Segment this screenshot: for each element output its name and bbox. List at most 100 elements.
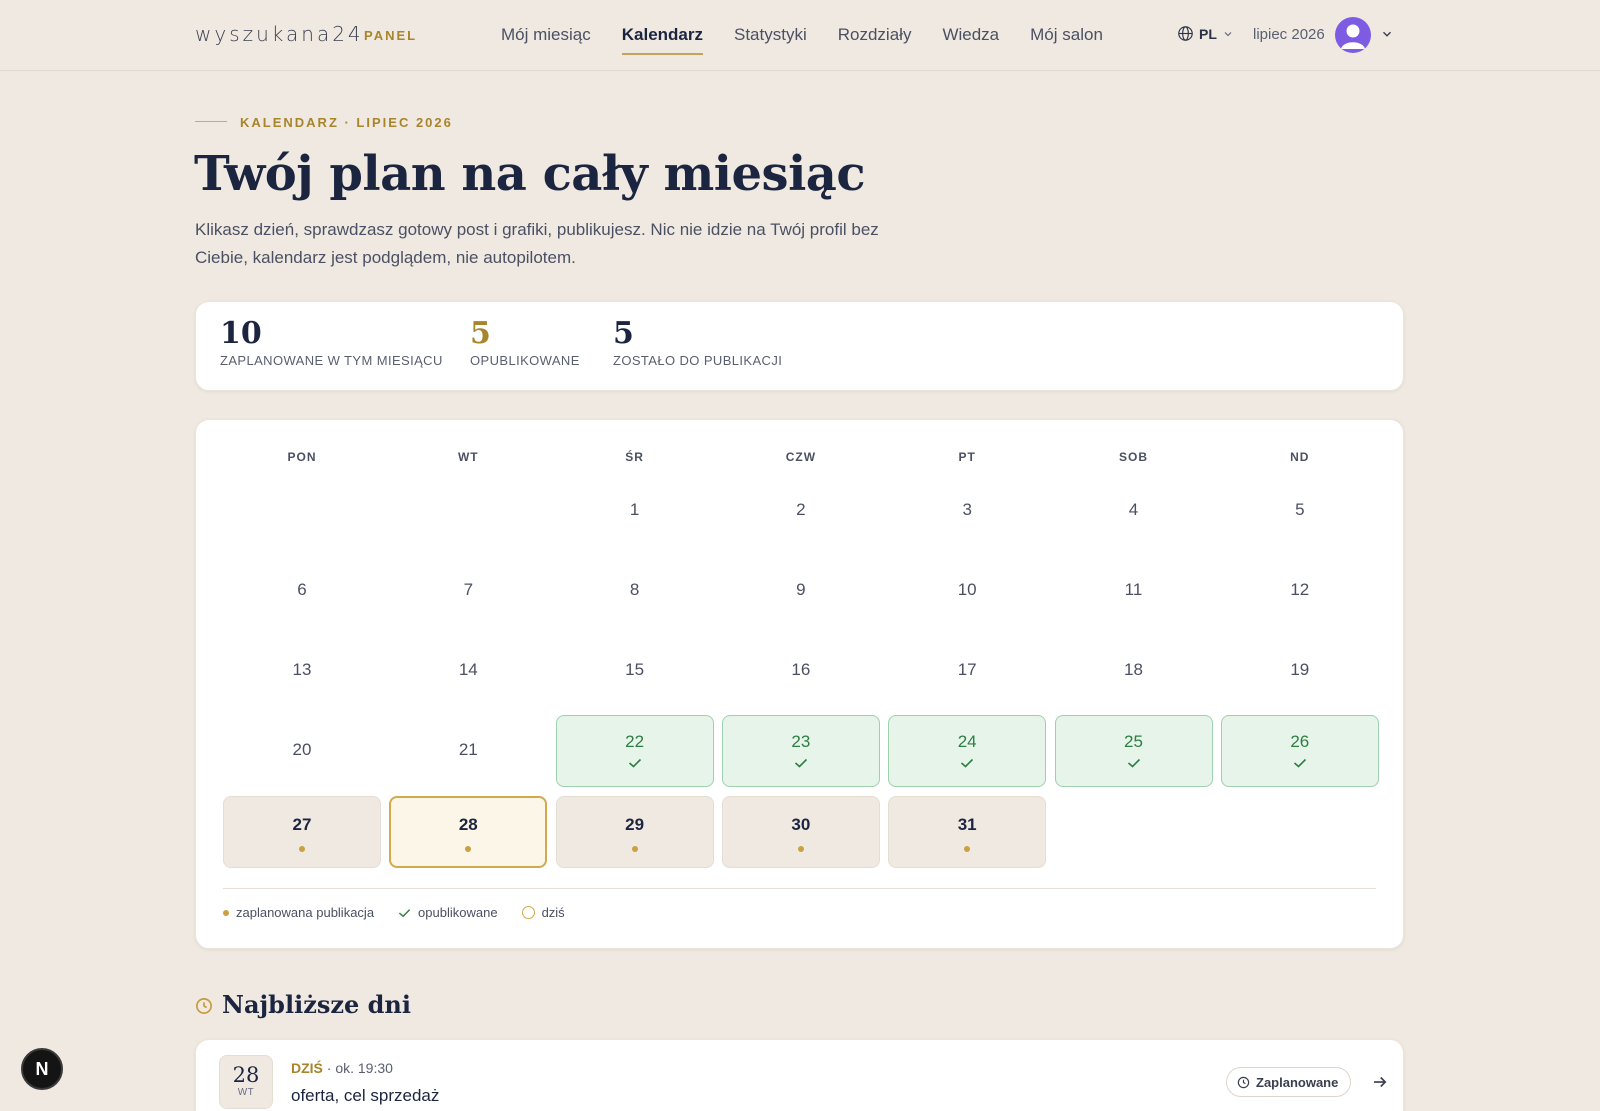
calendar-day[interactable]: 21 [389, 715, 547, 787]
day-number: 3 [962, 500, 972, 519]
nav-item-kalendarz[interactable]: Kalendarz [621, 25, 704, 55]
calendar-day[interactable]: 29 [555, 796, 714, 868]
legend-published: opublikowane [398, 905, 498, 920]
planned-dot-icon [465, 846, 472, 852]
current-month-label: lipiec 2026 [1253, 26, 1325, 43]
calendar-day[interactable]: 2 [722, 475, 880, 547]
upcoming-time: · ok. 19:30 [326, 1060, 393, 1076]
day-number: 20 [292, 740, 312, 759]
clock-icon [196, 998, 212, 1014]
day-number: 7 [463, 580, 474, 599]
weekday-header: PT [958, 450, 976, 464]
calendar-day[interactable]: 23 [721, 715, 880, 787]
calendar-day[interactable]: 27 [223, 796, 381, 868]
brand-logo[interactable]: wyszukana24 [195, 22, 364, 46]
day-number: 13 [292, 660, 312, 679]
calendar-day[interactable]: 11 [1055, 555, 1213, 627]
calendar-day[interactable]: 17 [888, 635, 1046, 707]
status-label: Zaplanowane [1256, 1074, 1339, 1090]
day-number: 19 [1290, 660, 1310, 679]
calendar-day[interactable]: 12 [1221, 555, 1379, 627]
dot-icon [223, 909, 229, 916]
calendar-day[interactable]: 25 [1054, 715, 1213, 787]
nav-item-rozdzialy[interactable]: Rozdziały [838, 25, 912, 55]
stat-published-value: 5 [470, 316, 491, 351]
calendar-day[interactable]: 15 [556, 635, 714, 707]
planned-dot-icon [964, 846, 971, 852]
day-number: 26 [1290, 732, 1310, 751]
upcoming-day-number: 28 [232, 1063, 260, 1087]
calendar-day[interactable]: 26 [1220, 715, 1379, 787]
day-number: 5 [1295, 500, 1305, 519]
chevron-down-icon[interactable] [1380, 27, 1394, 41]
nav-item-moj-salon[interactable]: Mój salon [1030, 25, 1103, 55]
calendar-day[interactable]: 5 [1221, 475, 1379, 547]
check-icon [961, 758, 974, 768]
check-icon [398, 908, 411, 917]
weekday-header: PON [287, 450, 317, 464]
calendar-day[interactable]: 7 [389, 555, 547, 627]
language-switcher[interactable]: PL [1177, 25, 1234, 42]
weekday-header: WT [457, 450, 479, 464]
calendar-day[interactable]: 13 [223, 635, 381, 707]
legend-planned-label: zaplanowana publikacja [236, 905, 375, 920]
check-icon [794, 758, 807, 768]
calendar-day[interactable]: 30 [721, 796, 880, 868]
day-number: 6 [297, 580, 307, 599]
main-nav: Mój miesiąc Kalendarz Statystyki Rozdzia… [501, 25, 1134, 55]
upcoming-today-label: DZIŚ [291, 1060, 323, 1076]
calendar-day[interactable]: 9 [722, 555, 880, 627]
calendar-day[interactable]: 20 [223, 715, 381, 787]
calendar-day[interactable]: 22 [555, 715, 714, 787]
day-number: 16 [791, 660, 811, 679]
day-number: 22 [625, 732, 645, 751]
nav-item-statystyki[interactable]: Statystyki [734, 25, 807, 55]
calendar-day[interactable]: 18 [1055, 635, 1213, 707]
floating-action-button[interactable]: N [21, 1048, 63, 1090]
day-number: 14 [458, 660, 478, 679]
day-number: 15 [625, 660, 645, 679]
day-number: 10 [957, 580, 977, 599]
upcoming-item[interactable]: 28 WT DZIŚ · ok. 19:30 oferta, cel sprze… [195, 1039, 1404, 1111]
calendar-day[interactable]: 8 [556, 555, 714, 627]
calendar-day[interactable]: 10 [888, 555, 1046, 627]
calendar-day[interactable]: 24 [888, 715, 1047, 787]
calendar-day[interactable]: 14 [389, 635, 547, 707]
stat-published: 5 OPUBLIKOWANE [470, 316, 580, 368]
calendar-day[interactable]: 31 [888, 796, 1047, 868]
day-number: 17 [957, 660, 977, 679]
nav-item-moj-miesiac[interactable]: Mój miesiąc [501, 25, 591, 55]
planned-dot-icon [631, 846, 638, 852]
day-number: 9 [796, 580, 806, 599]
calendar-day[interactable]: 4 [1055, 475, 1213, 547]
stat-remaining-label: ZOSTAŁO DO PUBLIKACJI [613, 353, 783, 368]
calendar-day[interactable]: 6 [223, 555, 381, 627]
calendar-day[interactable]: 28 [389, 796, 548, 868]
day-number: 12 [1290, 580, 1310, 599]
calendar-day[interactable]: 1 [556, 475, 714, 547]
legend-today: dziś [521, 905, 565, 920]
globe-icon [1178, 26, 1193, 41]
page-description: Klikasz dzień, sprawdzasz gotowy post i … [195, 220, 879, 267]
weekday-header: CZW [785, 450, 817, 464]
upcoming-when: DZIŚ · ok. 19:30 [291, 1060, 393, 1076]
calendar-day[interactable]: 19 [1221, 635, 1379, 707]
day-number: 18 [1124, 660, 1143, 679]
calendar-legend: zaplanowana publikacja opublikowane dziś [223, 905, 589, 920]
stat-published-label: OPUBLIKOWANE [470, 353, 580, 368]
clock-icon [1237, 1076, 1250, 1088]
upcoming-title: oferta, cel sprzedaż [291, 1086, 440, 1105]
page-eyebrow: KALENDARZ · LIPIEC 2026 [240, 115, 453, 130]
planned-dot-icon [797, 846, 804, 852]
stat-remaining: 5 ZOSTAŁO DO PUBLIKACJI [613, 316, 782, 368]
check-icon [1293, 758, 1306, 768]
day-number: 23 [791, 732, 811, 751]
calendar-day[interactable]: 3 [888, 475, 1046, 547]
calendar-day[interactable]: 16 [722, 635, 880, 707]
avatar[interactable] [1335, 17, 1371, 53]
day-number: 11 [1124, 580, 1143, 599]
arrow-right-icon[interactable] [1371, 1073, 1389, 1091]
ring-icon [521, 906, 535, 919]
day-number: 24 [957, 732, 977, 751]
nav-item-wiedza[interactable]: Wiedza [942, 25, 999, 55]
